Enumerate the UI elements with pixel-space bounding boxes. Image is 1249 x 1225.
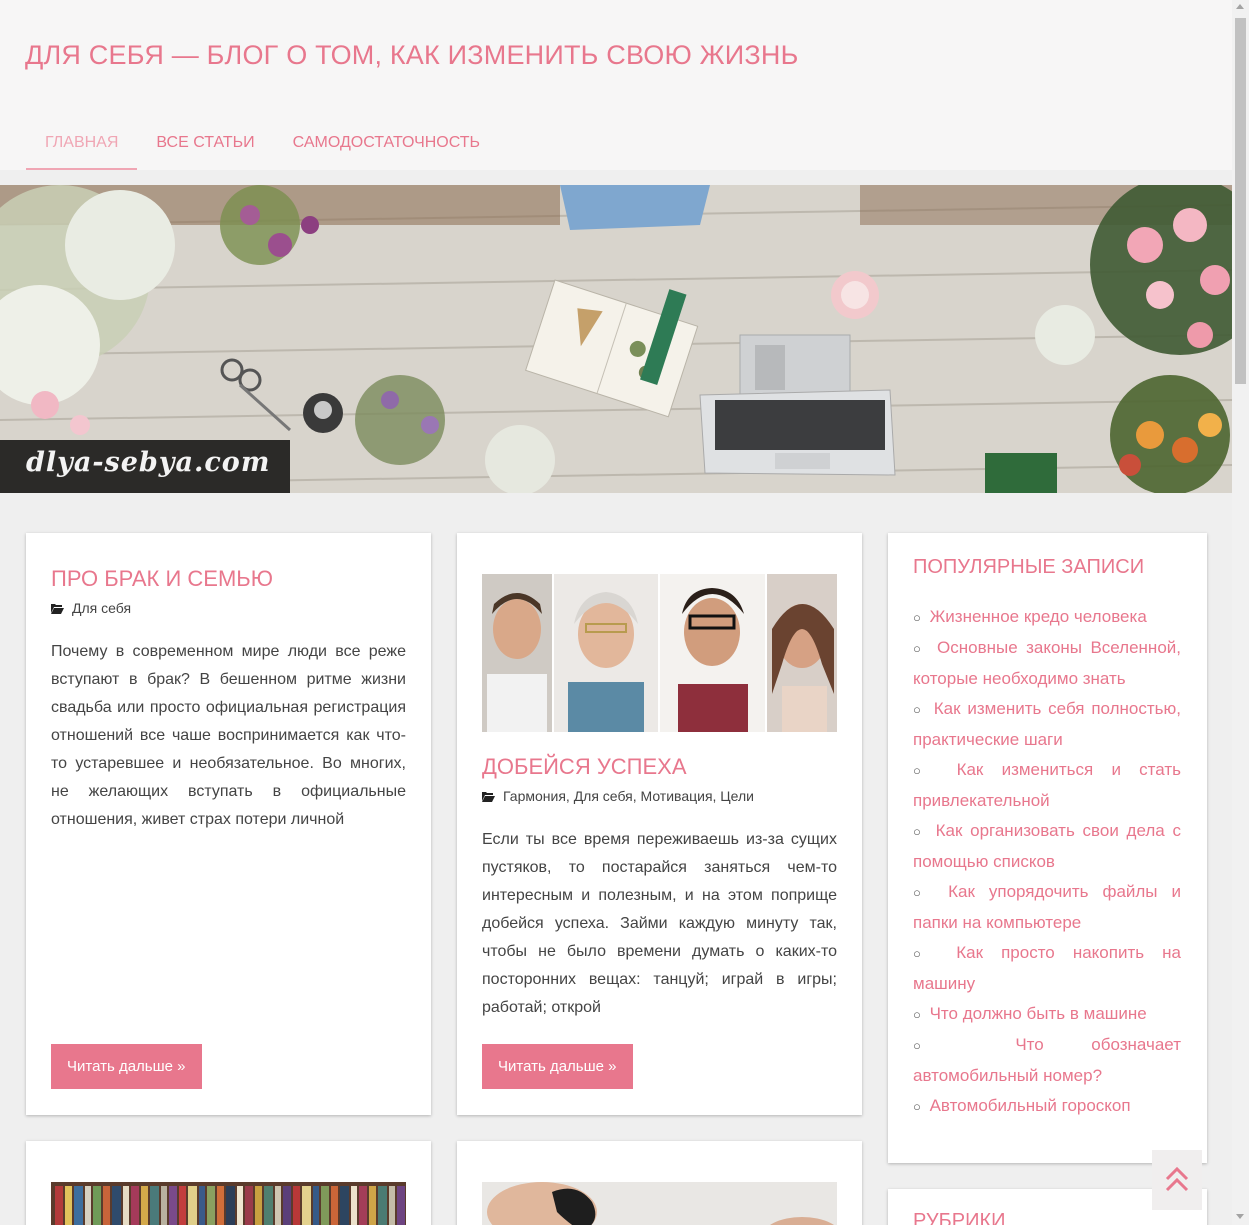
post-thumbnail[interactable]	[482, 574, 837, 732]
scrollbar-up-arrow-icon[interactable]	[1236, 4, 1244, 9]
double-chevron-up-icon	[1165, 1167, 1189, 1192]
list-item: ○ Основные законы Вселенной, которые нео…	[913, 638, 1181, 688]
post-card-2: Добейся успеха Гармония, Для себя, Мотив…	[457, 533, 862, 1115]
main-nav: Главная Все статьи Самодостаточность	[26, 118, 499, 170]
scrollbar-thumb[interactable]	[1235, 18, 1246, 384]
nav-item-self-sufficiency[interactable]: Самодостаточность	[274, 118, 499, 170]
popular-post-link[interactable]: Как упорядочить файлы и папки на компьют…	[913, 882, 1181, 932]
list-item: ○ Как упорядочить файлы и папки на компь…	[913, 882, 1181, 932]
popular-post-link[interactable]: Как измениться и стать привлекательной	[913, 760, 1181, 810]
popular-posts-list: ○ Жизненное кредо человека ○ Основные за…	[913, 602, 1181, 1122]
popular-post-link[interactable]: Жизненное кредо человека	[930, 607, 1147, 626]
list-item: ○ Как просто накопить на машину	[913, 943, 1181, 993]
post-excerpt: Если ты все время переживаешь из-за сущи…	[482, 831, 837, 1016]
folder-open-icon	[482, 791, 495, 802]
list-item: ○ Как изменить себя полностью, практичес…	[913, 699, 1181, 749]
folder-open-icon	[51, 603, 64, 614]
post-card-1: Про брак и семью Для себя Почему в совре…	[26, 533, 431, 1115]
header-banner-image[interactable]: dlya-sebya.com	[0, 185, 1232, 493]
post-title[interactable]: Про брак и семью	[51, 566, 273, 592]
list-item: ○ Что должно быть в машине	[913, 1004, 1147, 1023]
widget-title: Рубрики	[913, 1210, 1006, 1225]
widget-title: Популярные записи	[913, 556, 1145, 578]
nav-item-all-articles[interactable]: Все статьи	[137, 118, 273, 170]
banner-site-logo: dlya-sebya.com	[0, 440, 290, 493]
nav-item-home[interactable]: Главная	[26, 118, 138, 170]
post-card-3	[26, 1141, 431, 1225]
post-meta: Для себя	[51, 600, 131, 616]
read-more-button[interactable]: Читать дальше »	[482, 1044, 633, 1089]
list-item: ○ Автомобильный гороскоп	[913, 1096, 1131, 1115]
post-title[interactable]: Добейся успеха	[482, 754, 687, 780]
post-excerpt: Почему в современном мире люди все реже …	[51, 643, 406, 828]
list-item: ○ Как организовать свои дела с помощью с…	[913, 821, 1181, 871]
page: Для себя — блог о том, как изменить свою…	[0, 0, 1232, 1225]
scroll-to-top-button[interactable]	[1152, 1150, 1202, 1210]
read-more-button[interactable]: Читать дальше »	[51, 1044, 202, 1089]
post-meta: Гармония, Для себя, Мотивация, Цели	[482, 788, 754, 804]
popular-post-link[interactable]: Автомобильный гороскоп	[930, 1096, 1131, 1115]
popular-post-link[interactable]: Основные законы Вселенной, которые необх…	[913, 638, 1181, 688]
list-item: ○ Жизненное кредо человека	[913, 607, 1147, 626]
post-thumbnail[interactable]	[51, 1182, 406, 1225]
post-card-4	[457, 1141, 862, 1225]
popular-post-link[interactable]: Что должно быть в машине	[930, 1004, 1147, 1023]
site-header: Для себя — блог о том, как изменить свою…	[0, 0, 1232, 170]
list-item: ○ Что обозначает автомобильный номер?	[913, 1035, 1181, 1085]
popular-post-link[interactable]: Как организовать свои дела с помощью спи…	[913, 821, 1181, 871]
post-category-link[interactable]: Для себя	[72, 600, 131, 616]
post-thumbnail[interactable]	[482, 1182, 837, 1225]
list-item: ○ Как измениться и стать привлекательной	[913, 760, 1181, 810]
scrollbar-down-arrow-icon[interactable]	[1236, 1214, 1244, 1219]
popular-posts-widget: Популярные записи ○ Жизненное кредо чело…	[888, 533, 1207, 1163]
popular-post-link[interactable]: Как просто накопить на машину	[913, 943, 1181, 993]
site-title[interactable]: Для себя — блог о том, как изменить свою…	[25, 40, 799, 71]
post-category-links[interactable]: Гармония, Для себя, Мотивация, Цели	[503, 788, 754, 804]
popular-post-link[interactable]: Как изменить себя полностью, практически…	[913, 699, 1181, 749]
